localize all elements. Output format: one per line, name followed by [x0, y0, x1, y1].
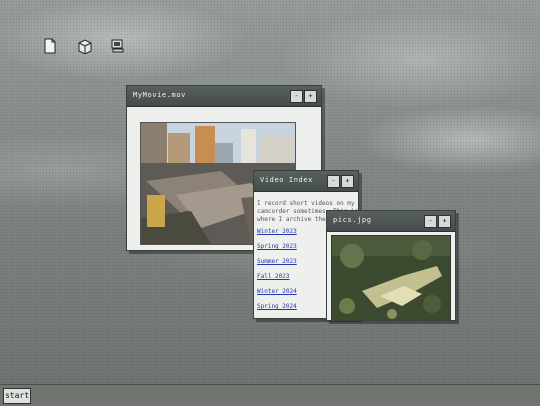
index-titlebar[interactable]: Video Index - +: [254, 171, 358, 192]
minimize-button[interactable]: -: [290, 90, 303, 103]
maximize-button[interactable]: +: [341, 175, 354, 188]
pics-window[interactable]: pics.jpg - +: [326, 210, 456, 321]
pics-window-title: pics.jpg: [333, 216, 372, 224]
package-icon[interactable]: [77, 38, 93, 54]
movie-titlebar[interactable]: MyMovie.mov - +: [127, 86, 321, 107]
taskbar: start: [0, 384, 540, 406]
document-icon[interactable]: [42, 38, 58, 54]
pics-content: [327, 232, 455, 320]
start-button[interactable]: start: [3, 388, 31, 404]
minimize-button[interactable]: -: [424, 215, 437, 228]
pics-image: [331, 235, 451, 320]
pics-titlebar[interactable]: pics.jpg - +: [327, 211, 455, 232]
maximize-button[interactable]: +: [438, 215, 451, 228]
link-spring-2024[interactable]: Spring 2024: [257, 303, 297, 310]
desktop: MyMovie.mov - + Video Index - + I record…: [0, 0, 540, 384]
index-window-title: Video Index: [260, 176, 313, 184]
minimize-button[interactable]: -: [327, 175, 340, 188]
maximize-button[interactable]: +: [304, 90, 317, 103]
movie-window-title: MyMovie.mov: [133, 91, 186, 99]
link-summer-2023[interactable]: Summer 2023: [257, 258, 297, 265]
link-fall-2023[interactable]: Fall 2023: [257, 273, 290, 280]
link-winter-2024[interactable]: Winter 2024: [257, 288, 297, 295]
link-spring-2023[interactable]: Spring 2023: [257, 243, 297, 250]
link-winter-2023[interactable]: Winter 2023: [257, 228, 297, 235]
computer-icon[interactable]: [110, 38, 126, 54]
